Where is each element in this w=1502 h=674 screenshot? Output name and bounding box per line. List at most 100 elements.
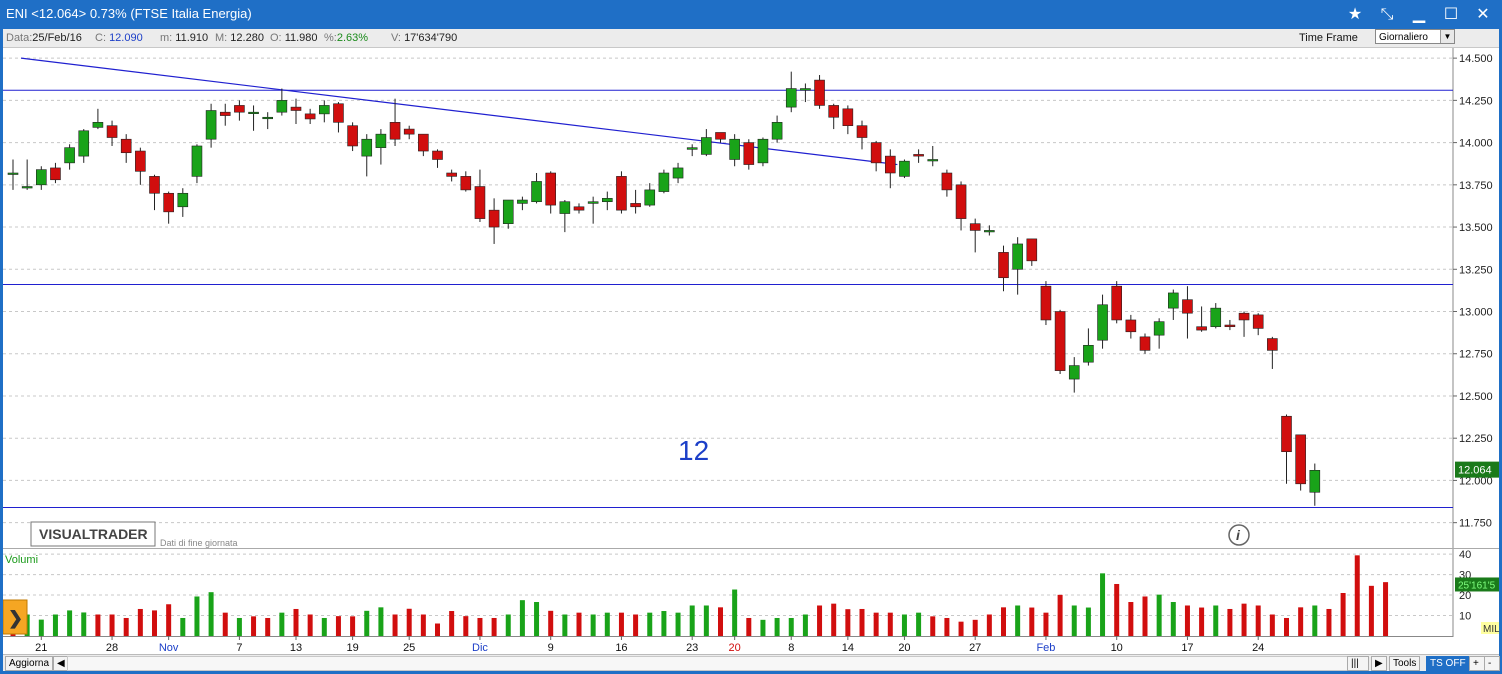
candle-body[interactable]	[1281, 415, 1292, 453]
candle-body[interactable]	[1026, 238, 1038, 262]
candle-body[interactable]	[1068, 365, 1080, 380]
candle-body[interactable]	[1153, 321, 1165, 336]
candle-body[interactable]	[276, 100, 288, 113]
candle-body[interactable]	[616, 176, 627, 211]
scroll-track[interactable]	[67, 656, 1369, 671]
favorite-star-icon[interactable]: ★	[1344, 3, 1366, 25]
candle-body[interactable]	[78, 130, 90, 157]
candle-body[interactable]	[7, 172, 19, 175]
chart-area[interactable]: 14.500 14.250 14.000 13.750 13.500 13.250 13.0…	[2, 48, 1500, 654]
candle-body[interactable]	[743, 142, 755, 165]
zoom-out-button[interactable]: -	[1484, 656, 1500, 671]
candle-body[interactable]	[757, 138, 769, 164]
candle-body[interactable]	[686, 147, 698, 150]
chart-svg[interactable]: 14.500 14.250 14.000 13.750 13.500 13.250 13.0…	[2, 48, 1500, 654]
candle-body[interactable]	[785, 88, 797, 108]
candle-body[interactable]	[389, 122, 401, 140]
candle-body[interactable]	[587, 201, 599, 204]
candle-body[interactable]	[1097, 304, 1108, 341]
candle-body[interactable]	[856, 125, 868, 138]
candle-body[interactable]	[460, 176, 472, 191]
candle-body[interactable]	[729, 138, 740, 160]
candle-body[interactable]	[1012, 243, 1023, 270]
scroll-right-icon[interactable]: ▶	[1371, 656, 1387, 671]
candle-body[interactable]	[304, 113, 316, 120]
candle-body[interactable]	[191, 145, 203, 177]
candle-body[interactable]	[1224, 324, 1236, 328]
timeframe-select[interactable]: Giornaliero ▼	[1375, 29, 1455, 44]
candle-body[interactable]	[899, 160, 910, 177]
scroll-thumb[interactable]: |||	[1347, 656, 1369, 671]
candle-body[interactable]	[559, 201, 571, 214]
candle-body[interactable]	[672, 167, 684, 179]
candle-body[interactable]	[1083, 344, 1094, 363]
candle-body[interactable]	[531, 181, 542, 203]
candle-body[interactable]	[870, 142, 882, 164]
candle-body[interactable]	[517, 199, 528, 204]
candle-body[interactable]	[35, 169, 47, 186]
candle-body[interactable]	[969, 223, 981, 231]
candle-body[interactable]	[1210, 307, 1222, 328]
candle-body[interactable]	[361, 138, 373, 157]
candle-body[interactable]	[21, 186, 33, 189]
candle-body[interactable]	[1040, 285, 1052, 321]
candle-body[interactable]	[163, 192, 174, 213]
candle-body[interactable]	[106, 125, 118, 138]
candle-body[interactable]	[333, 103, 344, 123]
candle-body[interactable]	[715, 132, 726, 140]
candle-body[interactable]	[842, 108, 854, 127]
candle-body[interactable]	[149, 176, 160, 194]
candle-body[interactable]	[1267, 338, 1278, 351]
candle-body[interactable]	[248, 111, 259, 114]
candle-body[interactable]	[92, 122, 104, 128]
zoom-in-button[interactable]: +	[1469, 656, 1485, 671]
candle-body[interactable]	[814, 79, 825, 106]
candle-body[interactable]	[941, 172, 953, 191]
candle-body[interactable]	[800, 88, 811, 91]
candle-body[interactable]	[701, 137, 712, 155]
tools-button[interactable]: Tools	[1389, 656, 1421, 671]
candle-body[interactable]	[64, 147, 75, 164]
candle-body[interactable]	[375, 133, 387, 148]
candle-body[interactable]	[644, 189, 656, 206]
candle-body[interactable]	[120, 138, 132, 154]
candle-body[interactable]	[234, 105, 245, 113]
candle-body[interactable]	[432, 150, 443, 160]
candle-body[interactable]	[998, 252, 1009, 279]
minimize-icon[interactable]: ▁	[1408, 3, 1430, 25]
candle-body[interactable]	[545, 172, 557, 206]
candle-body[interactable]	[446, 172, 457, 177]
candle-body[interactable]	[50, 167, 61, 181]
candle-body[interactable]	[771, 122, 783, 140]
candle-body[interactable]	[1238, 312, 1250, 321]
maximize-icon[interactable]: ☐	[1440, 3, 1462, 25]
candle-body[interactable]	[403, 128, 415, 135]
candle-body[interactable]	[1252, 314, 1264, 329]
candle-body[interactable]	[1054, 311, 1066, 371]
candle-body[interactable]	[927, 159, 939, 162]
chevron-right-icon[interactable]: ❯	[8, 608, 23, 629]
candle-body[interactable]	[1168, 292, 1179, 309]
candle-body[interactable]	[1295, 434, 1306, 485]
candle-body[interactable]	[955, 184, 967, 219]
candle-body[interactable]	[658, 172, 670, 192]
candle-body[interactable]	[1196, 326, 1207, 331]
candle-body[interactable]	[205, 110, 217, 140]
candle-body[interactable]	[1111, 285, 1122, 321]
candle-body[interactable]	[913, 154, 924, 157]
candle-body[interactable]	[347, 125, 358, 147]
candle-body[interactable]	[262, 116, 274, 120]
candle-body[interactable]	[290, 106, 302, 111]
candle-body[interactable]	[573, 206, 585, 211]
update-button[interactable]: Aggiorna	[5, 656, 54, 671]
candle-body[interactable]	[135, 150, 146, 172]
candle-body[interactable]	[219, 111, 231, 116]
candle-body[interactable]	[318, 105, 330, 115]
candle-body[interactable]	[488, 209, 500, 228]
ts-off-button[interactable]: TS OFF	[1426, 656, 1470, 671]
draw-tool-icon[interactable]: ⤡	[1376, 3, 1398, 25]
candle-body[interactable]	[601, 198, 613, 203]
candle-body[interactable]	[1182, 299, 1193, 314]
candle-body[interactable]	[1125, 319, 1137, 333]
candle-body[interactable]	[630, 203, 641, 208]
